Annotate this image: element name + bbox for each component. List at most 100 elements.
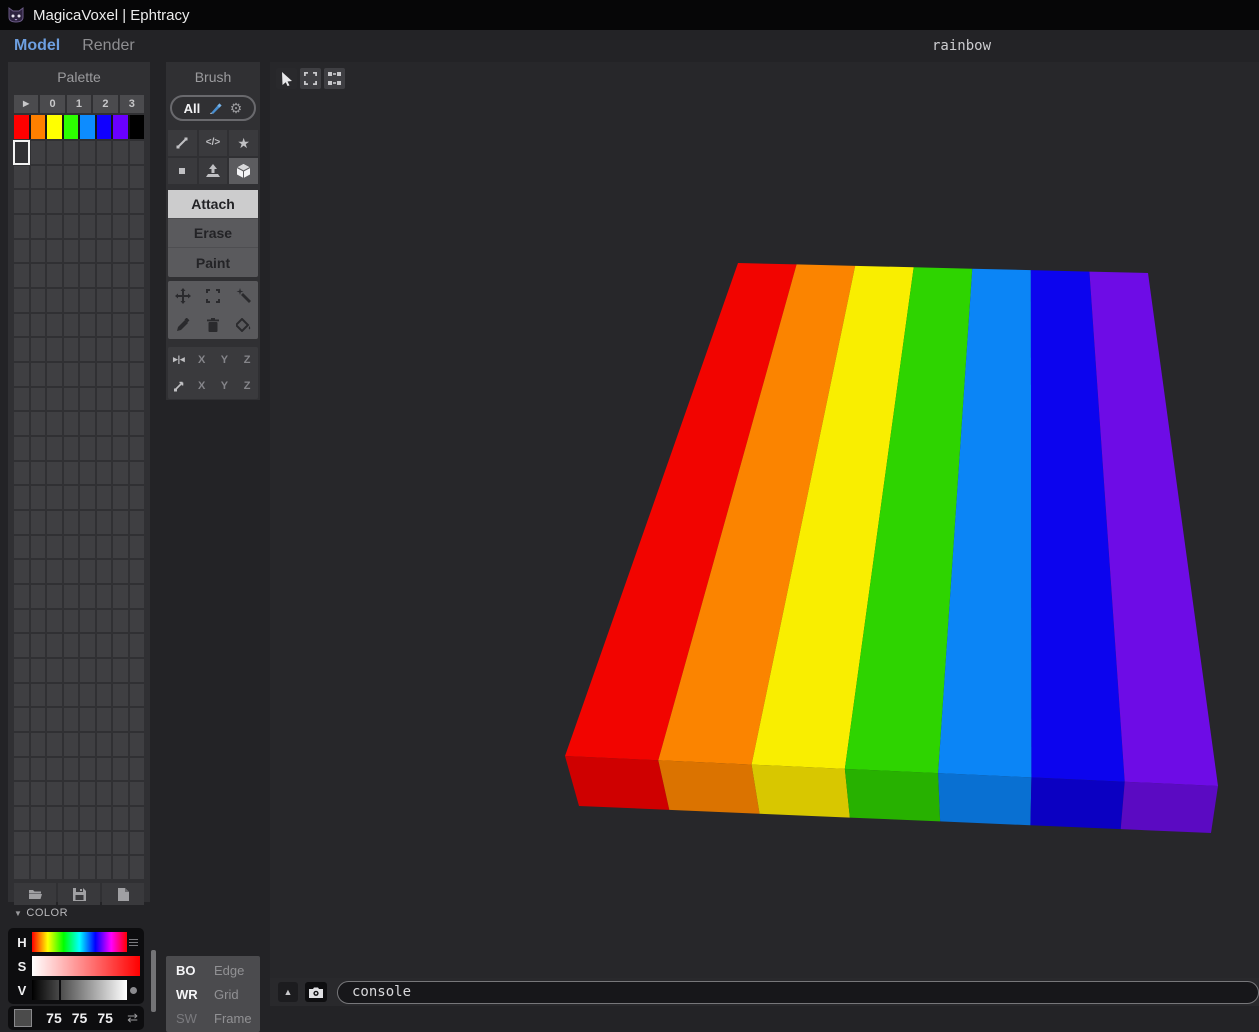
palette-cell[interactable] — [129, 831, 144, 855]
palette-cell[interactable] — [47, 214, 62, 238]
palette-cell[interactable] — [47, 264, 62, 287]
palette-cell[interactable] — [63, 362, 78, 386]
palette-cell[interactable] — [30, 757, 45, 781]
palette-cell[interactable] — [113, 856, 128, 879]
palette-cell[interactable] — [129, 782, 144, 805]
tool-line[interactable] — [168, 130, 197, 156]
move-tool-button[interactable] — [168, 281, 198, 310]
palette-cell[interactable] — [63, 510, 78, 534]
palette-swatch-3[interactable] — [63, 115, 78, 139]
palette-cell[interactable] — [47, 856, 62, 879]
console-collapse-button[interactable]: ▲ — [278, 982, 298, 1002]
tool-pattern[interactable]: </> — [198, 130, 228, 156]
palette-cell[interactable] — [96, 535, 111, 559]
palette-cell[interactable] — [14, 782, 29, 805]
palette-cell[interactable] — [129, 510, 144, 534]
palette-cell[interactable] — [14, 584, 29, 608]
palette-cell[interactable] — [63, 560, 78, 583]
display-frame-toggle[interactable]: Frame — [214, 1011, 260, 1026]
palette-cell[interactable] — [129, 165, 144, 189]
palette-swatch-4[interactable] — [80, 115, 95, 139]
palette-swatch-7[interactable] — [129, 115, 144, 139]
palette-cell[interactable] — [63, 757, 78, 781]
palette-cell[interactable] — [47, 190, 62, 213]
delete-tool-button[interactable] — [198, 310, 228, 339]
palette-cell[interactable] — [96, 387, 111, 411]
palette-cell[interactable] — [30, 387, 45, 411]
palette-cell[interactable] — [129, 658, 144, 682]
palette-cell[interactable] — [113, 634, 128, 657]
color-section-toggle[interactable]: ▼ COLOR — [14, 907, 68, 919]
palette-cell[interactable] — [96, 190, 111, 213]
palette-cell[interactable] — [30, 338, 45, 361]
palette-tab-1[interactable]: 1 — [66, 95, 92, 113]
palette-cell[interactable] — [14, 313, 29, 337]
palette-cell[interactable] — [96, 313, 111, 337]
mode-paint-button[interactable]: Paint — [168, 248, 258, 277]
palette-cell[interactable] — [63, 683, 78, 707]
palette-cell[interactable] — [47, 560, 62, 583]
palette-cell[interactable] — [63, 338, 78, 361]
palette-cell[interactable] — [96, 782, 111, 805]
palette-cell[interactable] — [129, 856, 144, 879]
palette-cell[interactable] — [47, 732, 62, 756]
mirror-y-button[interactable]: Y — [214, 347, 236, 373]
palette-cell[interactable] — [113, 239, 128, 263]
save-palette-button[interactable] — [58, 883, 100, 905]
tab-model[interactable]: Model — [14, 37, 60, 55]
palette-cell[interactable] — [96, 362, 111, 386]
palette-cell[interactable] — [113, 732, 128, 756]
palette-cell[interactable] — [113, 190, 128, 213]
palette-cell[interactable] — [129, 634, 144, 657]
palette-cell[interactable] — [30, 634, 45, 657]
palette-cell[interactable] — [30, 190, 45, 213]
axis-x-button[interactable]: X — [191, 374, 213, 400]
palette-cell[interactable] — [30, 584, 45, 608]
palette-cell[interactable] — [30, 288, 45, 312]
palette-cell[interactable] — [80, 634, 95, 657]
tool-face[interactable] — [198, 158, 228, 184]
palette-cell[interactable] — [129, 560, 144, 583]
voxel-stripe-front-3[interactable] — [844, 768, 941, 822]
palette-cell[interactable] — [14, 732, 29, 756]
viewport[interactable] — [270, 62, 1259, 978]
palette-cell-selected[interactable] — [13, 140, 30, 165]
palette-cell[interactable] — [47, 338, 62, 361]
axis-z-button[interactable]: Z — [236, 374, 258, 400]
palette-swatch-2[interactable] — [47, 115, 62, 139]
palette-cell[interactable] — [14, 239, 29, 263]
palette-cell[interactable] — [14, 362, 29, 386]
palette-cell[interactable] — [113, 757, 128, 781]
axis-y-button[interactable]: Y — [214, 374, 236, 400]
palette-cell[interactable] — [129, 412, 144, 435]
palette-cell[interactable] — [47, 782, 62, 805]
saturation-slider[interactable] — [32, 956, 140, 976]
palette-cell[interactable] — [63, 214, 78, 238]
palette-cell[interactable] — [80, 757, 95, 781]
palette-cell[interactable] — [14, 190, 29, 213]
palette-cell[interactable] — [129, 190, 144, 213]
palette-cell[interactable] — [47, 708, 62, 731]
palette-cell[interactable] — [47, 683, 62, 707]
palette-cell[interactable] — [14, 264, 29, 287]
palette-cell[interactable] — [47, 584, 62, 608]
hue-slider[interactable] — [32, 932, 127, 952]
palette-cell[interactable] — [129, 313, 144, 337]
palette-cell[interactable] — [63, 732, 78, 756]
palette-cell[interactable] — [80, 338, 95, 361]
palette-cell[interactable] — [80, 288, 95, 312]
palette-cell[interactable] — [80, 831, 95, 855]
palette-cell[interactable] — [30, 239, 45, 263]
palette-swatch-1[interactable] — [30, 115, 45, 139]
palette-swatch-6[interactable] — [113, 115, 128, 139]
palette-cell[interactable] — [14, 387, 29, 411]
palette-cell[interactable] — [129, 584, 144, 608]
brush-settings-gear-icon[interactable]: ⚙ — [230, 101, 243, 115]
palette-cell[interactable] — [113, 658, 128, 682]
palette-cell[interactable] — [80, 362, 95, 386]
palette-cell[interactable] — [129, 535, 144, 559]
mirror-icon[interactable]: ▸|◂ — [168, 347, 190, 373]
palette-cell[interactable] — [96, 634, 111, 657]
fill-tool-button[interactable] — [228, 310, 258, 339]
open-palette-button[interactable] — [14, 883, 56, 905]
